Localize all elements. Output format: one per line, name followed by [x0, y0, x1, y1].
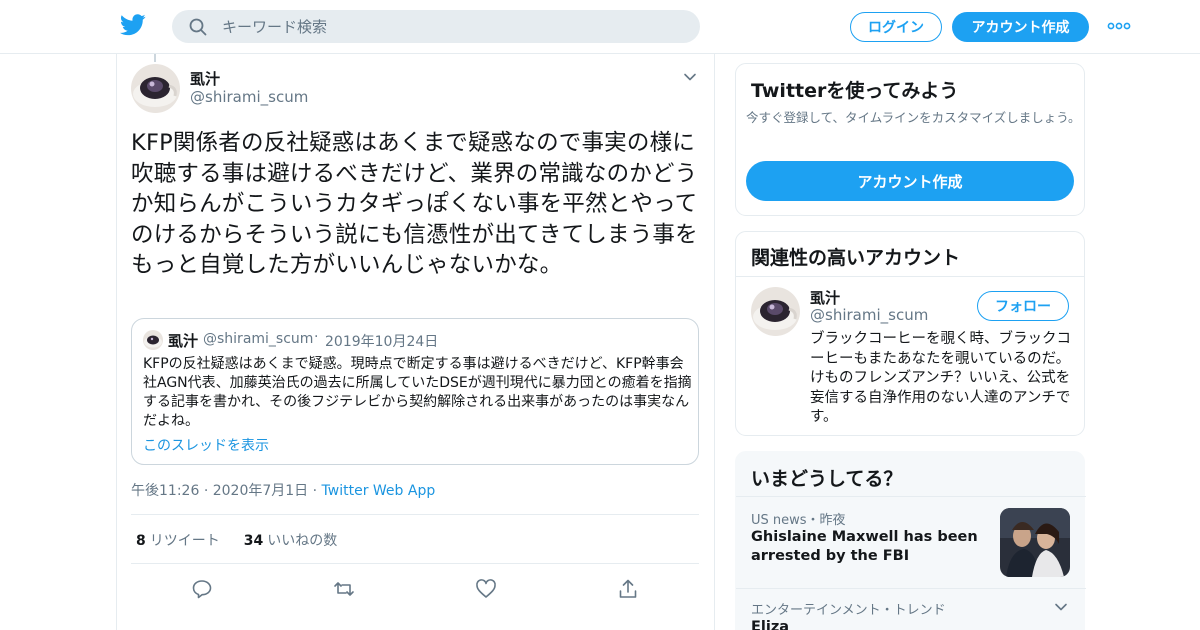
author-handle[interactable]: @shirami_scum	[190, 88, 308, 106]
trend-image[interactable]	[1000, 508, 1070, 577]
divider	[131, 563, 699, 564]
tweet-meta: 午後11:26 · 2020年7月1日 · Twitter Web App	[131, 480, 435, 500]
reply-icon[interactable]	[191, 578, 213, 600]
divider	[736, 276, 1084, 277]
like-icon[interactable]	[475, 578, 497, 600]
related-card-title: 関連性の高いアカウント	[751, 247, 961, 269]
trend-meta: エンターテインメント・トレンド	[751, 603, 946, 618]
trend-title[interactable]: Eliza	[751, 618, 991, 630]
quoted-text: KFPの反社疑惑はあくまで疑惑。現時点で断定する事は避けるべきだけど、KFP幹事…	[143, 356, 692, 429]
meta-separator: ·	[312, 483, 322, 499]
like-count: 34	[243, 533, 264, 549]
quoted-separator: ·	[314, 329, 319, 345]
tweet-date[interactable]: 2020年7月1日	[213, 483, 308, 499]
chevron-down-icon[interactable]	[683, 70, 697, 84]
login-button[interactable]: ログイン	[850, 12, 942, 42]
related-handle[interactable]: @shirami_scum	[810, 306, 928, 324]
thread-line	[154, 54, 156, 62]
related-bio: ブラックコーヒーを覗く時、ブラックコーヒーもまたあなたを覗いているのだ。 けもの…	[810, 331, 1071, 425]
signup-card: Twitterを使ってみよう 今すぐ登録して、タイムラインをカスタマイズしましょ…	[735, 63, 1085, 216]
divider	[736, 496, 1086, 497]
signup-card-title: Twitterを使ってみよう	[751, 80, 959, 102]
tweet-time[interactable]: 午後11:26	[131, 483, 199, 499]
divider	[131, 514, 699, 515]
signup-card-subtitle: 今すぐ登録して、タイムラインをカスタマイズしましょう。	[746, 110, 1081, 125]
signup-button[interactable]: アカウント作成	[952, 12, 1089, 42]
trends-card-title: いまどうしてる？	[751, 468, 903, 490]
related-avatar[interactable]	[751, 287, 800, 336]
related-name[interactable]: 虱汁	[810, 287, 840, 308]
show-thread-link[interactable]: このスレッドを表示	[143, 435, 269, 455]
retweet-count: 8	[136, 533, 146, 549]
trend-title[interactable]: Ghislaine Maxwell has been arrested by t…	[751, 528, 991, 566]
quoted-avatar	[143, 330, 163, 350]
share-icon[interactable]	[617, 578, 639, 600]
avatar[interactable]	[131, 64, 180, 113]
trends-card: いまどうしてる？ US news・昨夜 Ghislaine Maxwell ha…	[735, 451, 1086, 630]
quoted-author-name: 虱汁	[168, 332, 199, 350]
quoted-author-handle: @shirami_scum	[203, 331, 314, 347]
more-dots-icon[interactable]	[1107, 20, 1131, 32]
like-label: いいねの数	[267, 533, 338, 549]
twitter-bird-icon[interactable]	[120, 14, 146, 36]
retweet-label: リツイート	[149, 533, 220, 549]
search-input[interactable]	[222, 10, 682, 43]
quoted-tweet[interactable]: 虱汁 @shirami_scum · 2019年10月24日 KFPの反社疑惑は…	[131, 318, 699, 465]
divider	[736, 588, 1086, 589]
retweet-icon[interactable]	[333, 578, 355, 600]
like-stat[interactable]: 34 いいねの数	[244, 530, 337, 550]
meta-separator: ·	[203, 483, 213, 499]
trend-meta: US news・昨夜	[751, 513, 846, 528]
tweet-text: KFP関係者の反社疑惑はあくまで疑惑なので事実の様に吹聴する事は避けるべきだけど…	[131, 130, 698, 278]
retweet-stat[interactable]: 8 リツイート	[136, 530, 220, 550]
tweet-stats: 8 リツイート 34 いいねの数	[136, 530, 361, 550]
search-icon	[189, 18, 207, 36]
top-bar: ログイン アカウント作成	[0, 0, 1200, 54]
quoted-date: 2019年10月24日	[325, 334, 439, 350]
follow-button[interactable]: フォロー	[977, 291, 1069, 321]
sidebar-signup-button[interactable]: アカウント作成	[746, 161, 1074, 201]
chevron-down-icon[interactable]	[1054, 600, 1068, 614]
related-accounts-card: 関連性の高いアカウント 虱汁 @shirami_scum フォロー ブラックコー…	[735, 231, 1085, 436]
search-bar[interactable]	[172, 10, 700, 43]
author-name[interactable]: 虱汁	[190, 68, 220, 89]
tweet-source-link[interactable]: Twitter Web App	[322, 483, 436, 499]
